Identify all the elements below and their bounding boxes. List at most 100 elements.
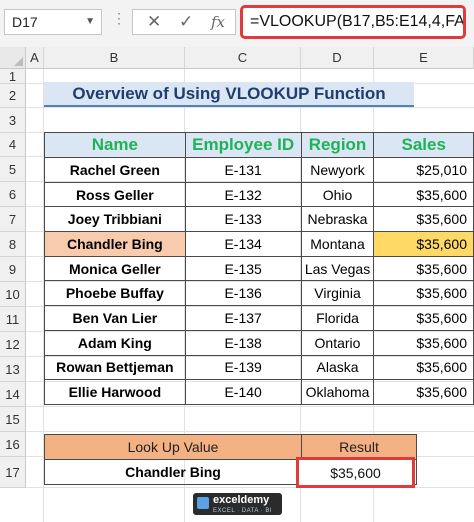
cell-region[interactable]: Nebraska <box>300 206 375 233</box>
more-options-icon[interactable]: ⋮ <box>112 10 126 27</box>
cell-sales[interactable]: $35,600 <box>373 305 474 331</box>
table-row: Ellie Harwood E-140 Oklahoma $35,600 <box>44 379 474 405</box>
row-header-16[interactable]: 16 <box>0 432 26 457</box>
cell-sales[interactable]: $35,600 <box>373 255 474 282</box>
cell-region[interactable]: Newyork <box>300 157 375 183</box>
header-employee-id[interactable]: Employee ID <box>184 132 302 158</box>
page-title[interactable]: Overview of Using VLOOKUP Function <box>44 82 414 107</box>
header-name[interactable]: Name <box>44 132 186 158</box>
cell-sales[interactable]: $35,600 <box>373 379 474 405</box>
row-header-2[interactable]: 2 <box>0 84 26 108</box>
cell-id[interactable]: E-134 <box>184 231 302 257</box>
row-header-10[interactable]: 10 <box>0 282 26 307</box>
cell-sales[interactable]: $35,600 <box>373 329 474 356</box>
cell-sales[interactable]: $35,600 <box>373 206 474 233</box>
row-header-5[interactable]: 5 <box>0 157 26 182</box>
cell-id[interactable]: E-140 <box>184 379 302 405</box>
formula-controls: ✕ ✓ fx <box>132 9 236 35</box>
result-cell[interactable]: $35,600 <box>296 457 415 488</box>
cell-region[interactable]: Montana <box>300 231 375 257</box>
enter-icon[interactable]: ✓ <box>179 12 193 32</box>
cell-id[interactable]: E-135 <box>184 255 302 282</box>
table-row: Rowan Bettjeman E-139 Alaska $35,600 <box>44 354 474 381</box>
grid-line <box>26 107 474 108</box>
cell-name[interactable]: Chandler Bing <box>44 231 186 257</box>
row-header-3[interactable]: 3 <box>0 108 26 133</box>
row-header-12[interactable]: 12 <box>0 332 26 357</box>
cell-name[interactable]: Monica Geller <box>44 255 186 282</box>
table-row: Ben Van Lier E-137 Florida $35,600 <box>44 305 474 331</box>
cell-name[interactable]: Rowan Bettjeman <box>44 354 186 381</box>
cell-name[interactable]: Ben Van Lier <box>44 305 186 331</box>
table-row: Monica Geller E-135 Las Vegas $35,600 <box>44 255 474 282</box>
formula-input[interactable]: =VLOOKUP(B17,B5:E14,4,FALSE) <box>240 5 466 39</box>
table-row: Rachel Green E-131 Newyork $25,010 <box>44 157 474 183</box>
insert-function-icon[interactable]: fx <box>211 13 225 31</box>
result-header[interactable]: Result <box>301 434 417 460</box>
cell-id[interactable]: E-132 <box>184 181 302 208</box>
cell-sales[interactable]: $35,600 <box>373 181 474 208</box>
cell-name[interactable]: Adam King <box>44 329 186 356</box>
cell-region[interactable]: Florida <box>300 305 375 331</box>
row-header-9[interactable]: 9 <box>0 257 26 282</box>
cell-id[interactable]: E-131 <box>184 157 302 183</box>
row-header-8[interactable]: 8 <box>0 232 26 257</box>
cell-sales[interactable]: $25,010 <box>373 157 474 183</box>
grid-line <box>26 431 474 432</box>
row-header-17[interactable]: 17 <box>0 457 26 488</box>
select-all-corner[interactable] <box>0 47 26 69</box>
cell-id[interactable]: E-139 <box>184 354 302 381</box>
lookup-value-cell[interactable]: Chandler Bing <box>44 459 302 485</box>
cell-region[interactable]: Las Vegas <box>300 255 375 282</box>
row-header-7[interactable]: 7 <box>0 207 26 232</box>
cell-name[interactable]: Ross Geller <box>44 181 186 208</box>
row-header-14[interactable]: 14 <box>0 382 26 407</box>
column-header-c[interactable]: C <box>185 47 301 69</box>
row-header-6[interactable]: 6 <box>0 182 26 207</box>
cell-name[interactable]: Joey Tribbiani <box>44 206 186 233</box>
row-header-1[interactable]: 1 <box>0 69 26 84</box>
watermark-brand: exceldemy <box>213 494 270 506</box>
exceldemy-logo-icon <box>197 497 209 509</box>
cell-region[interactable]: Oklahoma <box>300 379 375 405</box>
table-row: Joey Tribbiani E-133 Nebraska $35,600 <box>44 206 474 233</box>
cell-region[interactable]: Virginia <box>300 280 375 307</box>
employee-table: Name Employee ID Region Sales Rachel Gre… <box>44 132 474 405</box>
cell-id[interactable]: E-137 <box>184 305 302 331</box>
cell-name[interactable]: Phoebe Buffay <box>44 280 186 307</box>
cell-name[interactable]: Ellie Harwood <box>44 379 186 405</box>
table-row: Ross Geller E-132 Ohio $35,600 <box>44 181 474 208</box>
cell-sales[interactable]: $35,600 <box>373 280 474 307</box>
grid-line <box>26 406 474 407</box>
cell-region[interactable]: Ohio <box>300 181 375 208</box>
cell-region[interactable]: Alaska <box>300 354 375 381</box>
cell-sales[interactable]: $35,600 <box>373 231 474 257</box>
formula-bar-area: D17 ▼ ⋮ ✕ ✓ fx =VLOOKUP(B17,B5:E14,4,FAL… <box>0 0 474 47</box>
column-header-e[interactable]: E <box>374 47 474 69</box>
cell-id[interactable]: E-136 <box>184 280 302 307</box>
table-row: Adam King E-138 Ontario $35,600 <box>44 329 474 356</box>
header-region[interactable]: Region <box>300 132 375 158</box>
column-header-a[interactable]: A <box>26 47 44 69</box>
name-box-value: D17 <box>12 14 38 30</box>
table-row: Chandler Bing E-134 Montana $35,600 <box>44 231 474 257</box>
cell-sales[interactable]: $35,600 <box>373 354 474 381</box>
cell-region[interactable]: Ontario <box>300 329 375 356</box>
table-row: Phoebe Buffay E-136 Virginia $35,600 <box>44 280 474 307</box>
row-header-11[interactable]: 11 <box>0 307 26 332</box>
cancel-icon[interactable]: ✕ <box>147 12 161 32</box>
name-box[interactable]: D17 ▼ <box>4 9 102 35</box>
lookup-value-header[interactable]: Look Up Value <box>44 434 302 460</box>
row-header-15[interactable]: 15 <box>0 407 26 432</box>
row-header-4[interactable]: 4 <box>0 133 26 157</box>
column-header-b[interactable]: B <box>44 47 185 69</box>
row-header-13[interactable]: 13 <box>0 357 26 382</box>
chevron-down-icon[interactable]: ▼ <box>85 10 95 34</box>
cell-id[interactable]: E-138 <box>184 329 302 356</box>
header-sales[interactable]: Sales <box>373 132 474 158</box>
column-header-d[interactable]: D <box>301 47 374 69</box>
cell-name[interactable]: Rachel Green <box>44 157 186 183</box>
cell-id[interactable]: E-133 <box>184 206 302 233</box>
watermark-tagline: EXCEL · DATA · BI <box>213 508 273 514</box>
exceldemy-watermark: exceldemy EXCEL · DATA · BI <box>193 493 282 515</box>
